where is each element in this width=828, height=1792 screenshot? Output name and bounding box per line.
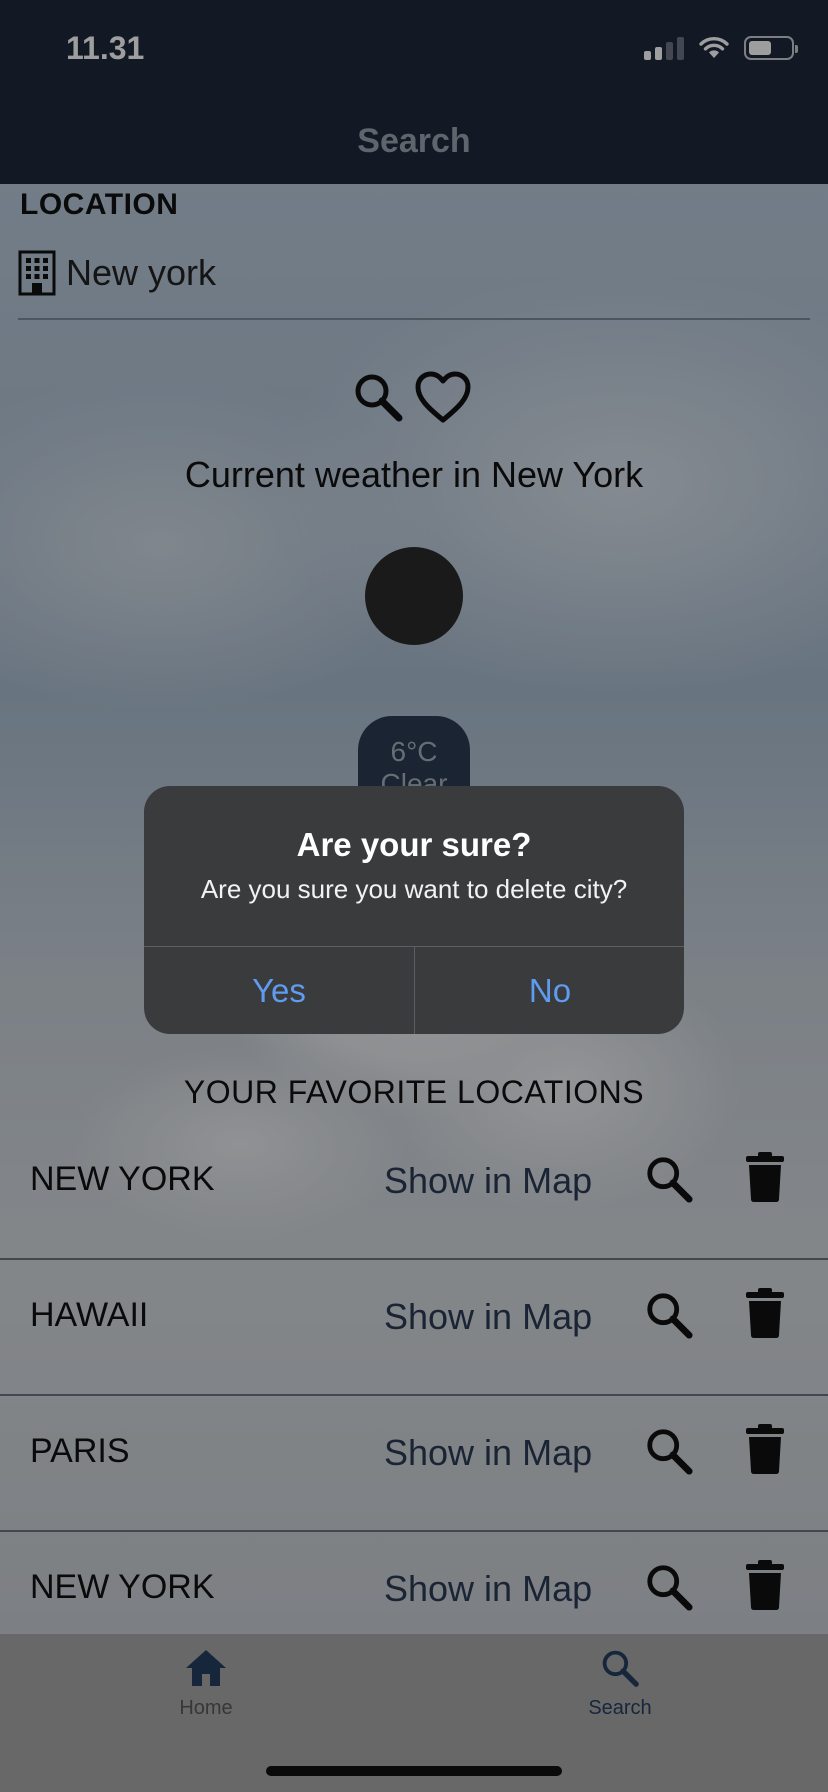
no-button[interactable]: No <box>415 947 684 1034</box>
yes-button[interactable]: Yes <box>144 947 414 1034</box>
dialog-message: Are you sure you want to delete city? <box>200 874 628 904</box>
dialog-title: Are your sure? <box>296 826 532 863</box>
delete-confirm-dialog: Are your sure? Are you sure you want to … <box>144 786 684 1034</box>
